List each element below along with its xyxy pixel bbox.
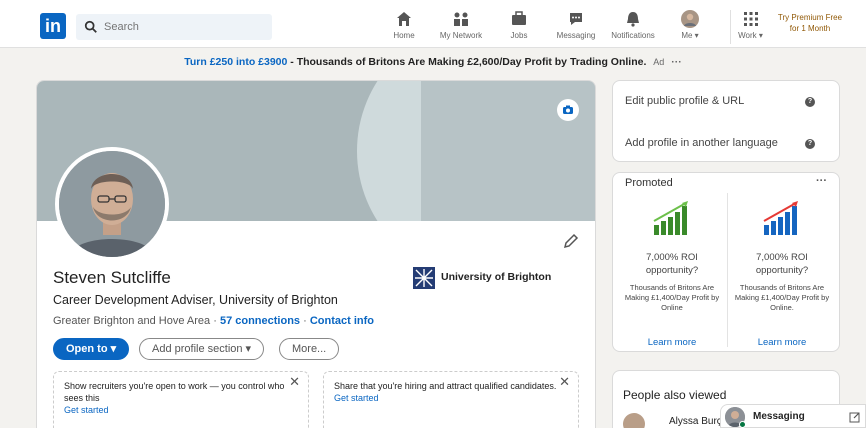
compose-icon[interactable] [849,411,861,423]
separator: · [303,315,307,327]
close-icon[interactable]: ✕ [559,375,570,388]
messaging-bar[interactable]: Messaging [720,404,866,428]
blue-bar-chart-icon [763,201,798,235]
open-to-work-tip: Show recruiters you're open to work — yo… [53,371,309,428]
nav-messaging[interactable]: Messaging [553,10,599,44]
chevron-down-icon: ▾ [756,31,763,40]
promoted-card: Promoted ··· 7,000% ROI opportunity? Tho… [612,172,840,352]
messaging-icon [570,13,582,25]
person-name[interactable]: Alyssa Burç [669,416,722,427]
help-icon[interactable]: ? [805,97,815,107]
university-logo [413,267,435,289]
nav-label: Work ▾ [737,31,764,40]
nav-jobs[interactable]: Jobs [503,10,535,44]
bell-icon [627,12,639,27]
premium-line-1: Try Premium Free [777,13,843,22]
nav-label: My Network [439,31,483,40]
add-profile-section-button[interactable]: Add profile section ▾ [139,338,265,360]
open-to-button[interactable]: Open to ▾ [53,338,130,360]
ad-text: - Thousands of Britons Are Making £2,600… [287,56,647,68]
connections-link[interactable]: 57 connections [220,315,300,327]
promoted-title: Promoted [625,177,673,189]
top-nav-bar: in Home My Network Jobs Messaging Notifi… [0,0,866,48]
green-bar-chart-icon [653,201,688,235]
ad-highlight[interactable]: Turn £250 into £3900 [184,56,287,68]
work-label: Work [738,31,757,40]
promo-description: Thousands of Britons Are Making £1,400/D… [624,283,720,312]
tip-text: Share that you're hiring [334,381,427,391]
edit-public-profile-link[interactable]: Edit public profile & URL [625,95,744,107]
close-icon[interactable]: ✕ [289,375,300,388]
contact-info-link[interactable]: Contact info [310,315,374,327]
linkedin-logo[interactable]: in [40,13,66,39]
learn-more-link[interactable]: Learn more [729,337,835,348]
people-also-viewed-title: People also viewed [623,388,727,402]
nav-work[interactable]: Work ▾ [730,10,764,44]
profile-photo[interactable] [55,147,169,261]
profile-headline: Career Development Adviser, University o… [53,293,338,307]
profile-location: Greater Brighton and Hove Area [53,315,211,327]
promoted-item[interactable]: 7,000% ROI opportunity? Thousands of Bri… [729,191,835,349]
nav-label: Home [393,31,415,40]
search-box[interactable] [76,14,272,40]
promo-description: Thousands of Britons Are Making £1,400/D… [734,283,830,312]
premium-line-2: for 1 Month [789,24,831,33]
avatar [681,10,699,28]
nav-my-network[interactable]: My Network [436,10,486,44]
nav-label: Notifications [611,31,655,40]
add-profile-language-link[interactable]: Add profile in another language [625,137,778,149]
search-icon [84,20,97,33]
get-started-link[interactable]: Get started [334,393,379,403]
tip-text: Show recruiters you're open to work [64,381,208,391]
tip-text: and attract qualified candidates. [426,381,557,391]
promoted-item[interactable]: 7,000% ROI opportunity? Thousands of Bri… [619,191,725,349]
more-options-icon[interactable]: ··· [816,175,827,187]
chevron-down-icon: ▾ [242,343,252,355]
ad-options-icon[interactable]: ··· [671,56,682,68]
nav-label: Jobs [510,31,528,40]
add-section-label: Add profile section [152,343,243,355]
try-premium-link[interactable]: Try Premium Free for 1 Month [768,12,852,34]
help-icon[interactable]: ? [805,139,815,149]
ad-banner[interactable]: Turn £250 into £3900 - Thousands of Brit… [0,52,866,72]
nav-home[interactable]: Home [388,10,420,44]
learn-more-link[interactable]: Learn more [619,337,725,348]
chevron-down-icon: ▾ [107,343,117,355]
briefcase-icon [512,11,526,25]
open-to-label: Open to [66,343,108,355]
nav-label: Messaging [556,31,596,40]
get-started-link[interactable]: Get started [64,405,109,415]
online-status-dot [739,421,746,428]
ad-tag: Ad [653,57,665,67]
messaging-label: Messaging [753,411,805,422]
nav-label: Me ▾ [676,31,704,40]
nav-notifications[interactable]: Notifications [607,10,659,44]
grid-icon [743,12,758,26]
profile-links-card: Edit public profile & URL ? Add profile … [612,80,840,162]
edit-pencil-icon[interactable] [561,231,581,251]
university-name: University of Brighton [441,271,552,283]
separator: · [213,315,217,327]
search-input[interactable] [104,18,264,36]
chevron-down-icon: ▾ [692,31,699,40]
profile-location-row: Greater Brighton and Hove Area · 57 conn… [53,315,374,327]
camera-icon[interactable] [557,99,579,121]
profile-name: Steven Sutcliffe [53,268,171,287]
home-icon [397,12,411,26]
me-label: Me [681,31,693,40]
avatar[interactable] [623,413,645,428]
network-icon [454,12,468,26]
hiring-tip: Share that you're hiring and attract qua… [323,371,579,428]
promo-roi: 7,000% ROI opportunity? [645,252,699,276]
divider [727,193,728,347]
more-button[interactable]: More... [279,338,340,360]
promo-roi: 7,000% ROI opportunity? [755,252,809,276]
profile-card: Steven Sutcliffe Career Development Advi… [36,80,596,428]
nav-me[interactable]: Me ▾ [676,10,704,44]
